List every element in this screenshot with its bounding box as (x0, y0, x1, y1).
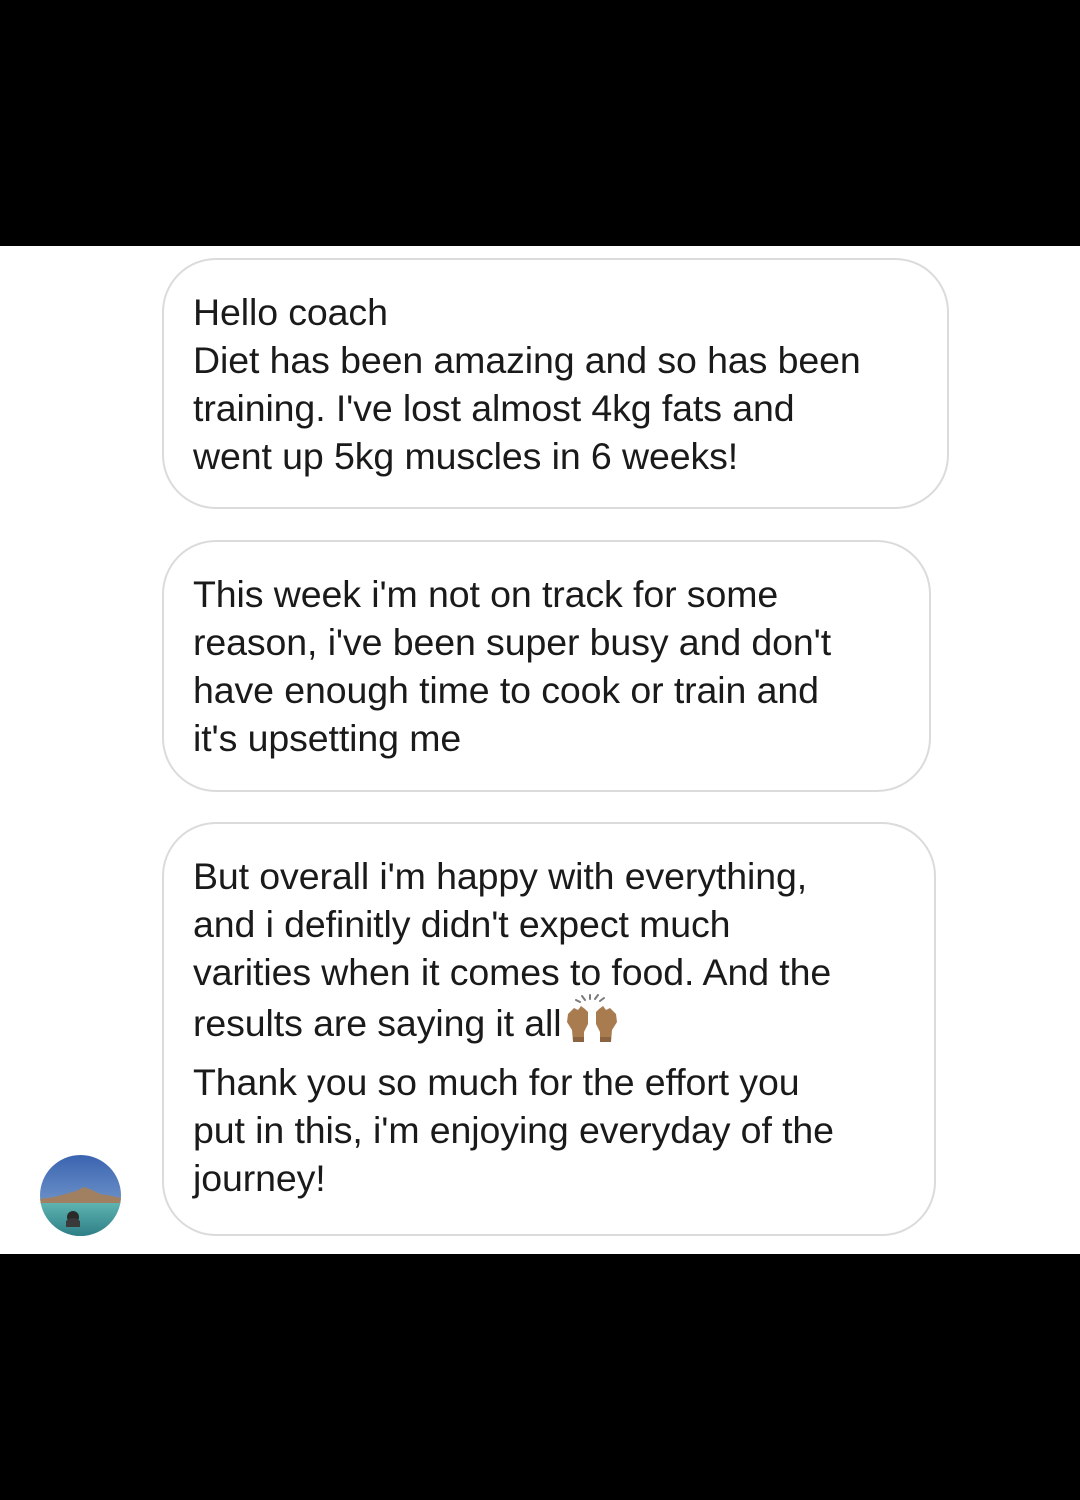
message-bubble[interactable]: This week i'm not on track for some reas… (162, 540, 931, 792)
message-line: it's upsetting me (193, 717, 462, 759)
message-line-text: results are saying it all (193, 1002, 562, 1044)
message-line-with-emoji: results are saying it all (193, 990, 906, 1064)
raising-hands-emoji-icon (564, 994, 620, 1064)
message-line: have enough time to cook or train and (193, 669, 819, 711)
message-line: put in this, i'm enjoying everyday of th… (193, 1109, 834, 1151)
message-line: journey! (193, 1157, 326, 1199)
message-line: Diet has been amazing and so has been (193, 339, 861, 381)
avatar-photo (40, 1155, 121, 1236)
message-bubble[interactable]: But overall i'm happy with everything, a… (162, 822, 936, 1236)
top-black-bar (0, 0, 1080, 246)
avatar[interactable] (40, 1155, 121, 1236)
message-line: reason, i've been super busy and don't (193, 621, 832, 663)
message-line: went up 5kg muscles in 6 weeks! (193, 435, 739, 477)
message-line: varities when it comes to food. And the (193, 951, 832, 993)
message-line: and i definitly didn't expect much (193, 903, 731, 945)
message-line: Hello coach (193, 291, 388, 333)
message-line: This week i'm not on track for some (193, 573, 779, 615)
bottom-black-bar (0, 1254, 1080, 1500)
message-bubble[interactable]: Hello coach Diet has been amazing and so… (162, 258, 949, 509)
message-line: Thank you so much for the effort you (193, 1061, 800, 1103)
message-line: But overall i'm happy with everything, (193, 855, 808, 897)
message-line: training. I've lost almost 4kg fats and (193, 387, 795, 429)
